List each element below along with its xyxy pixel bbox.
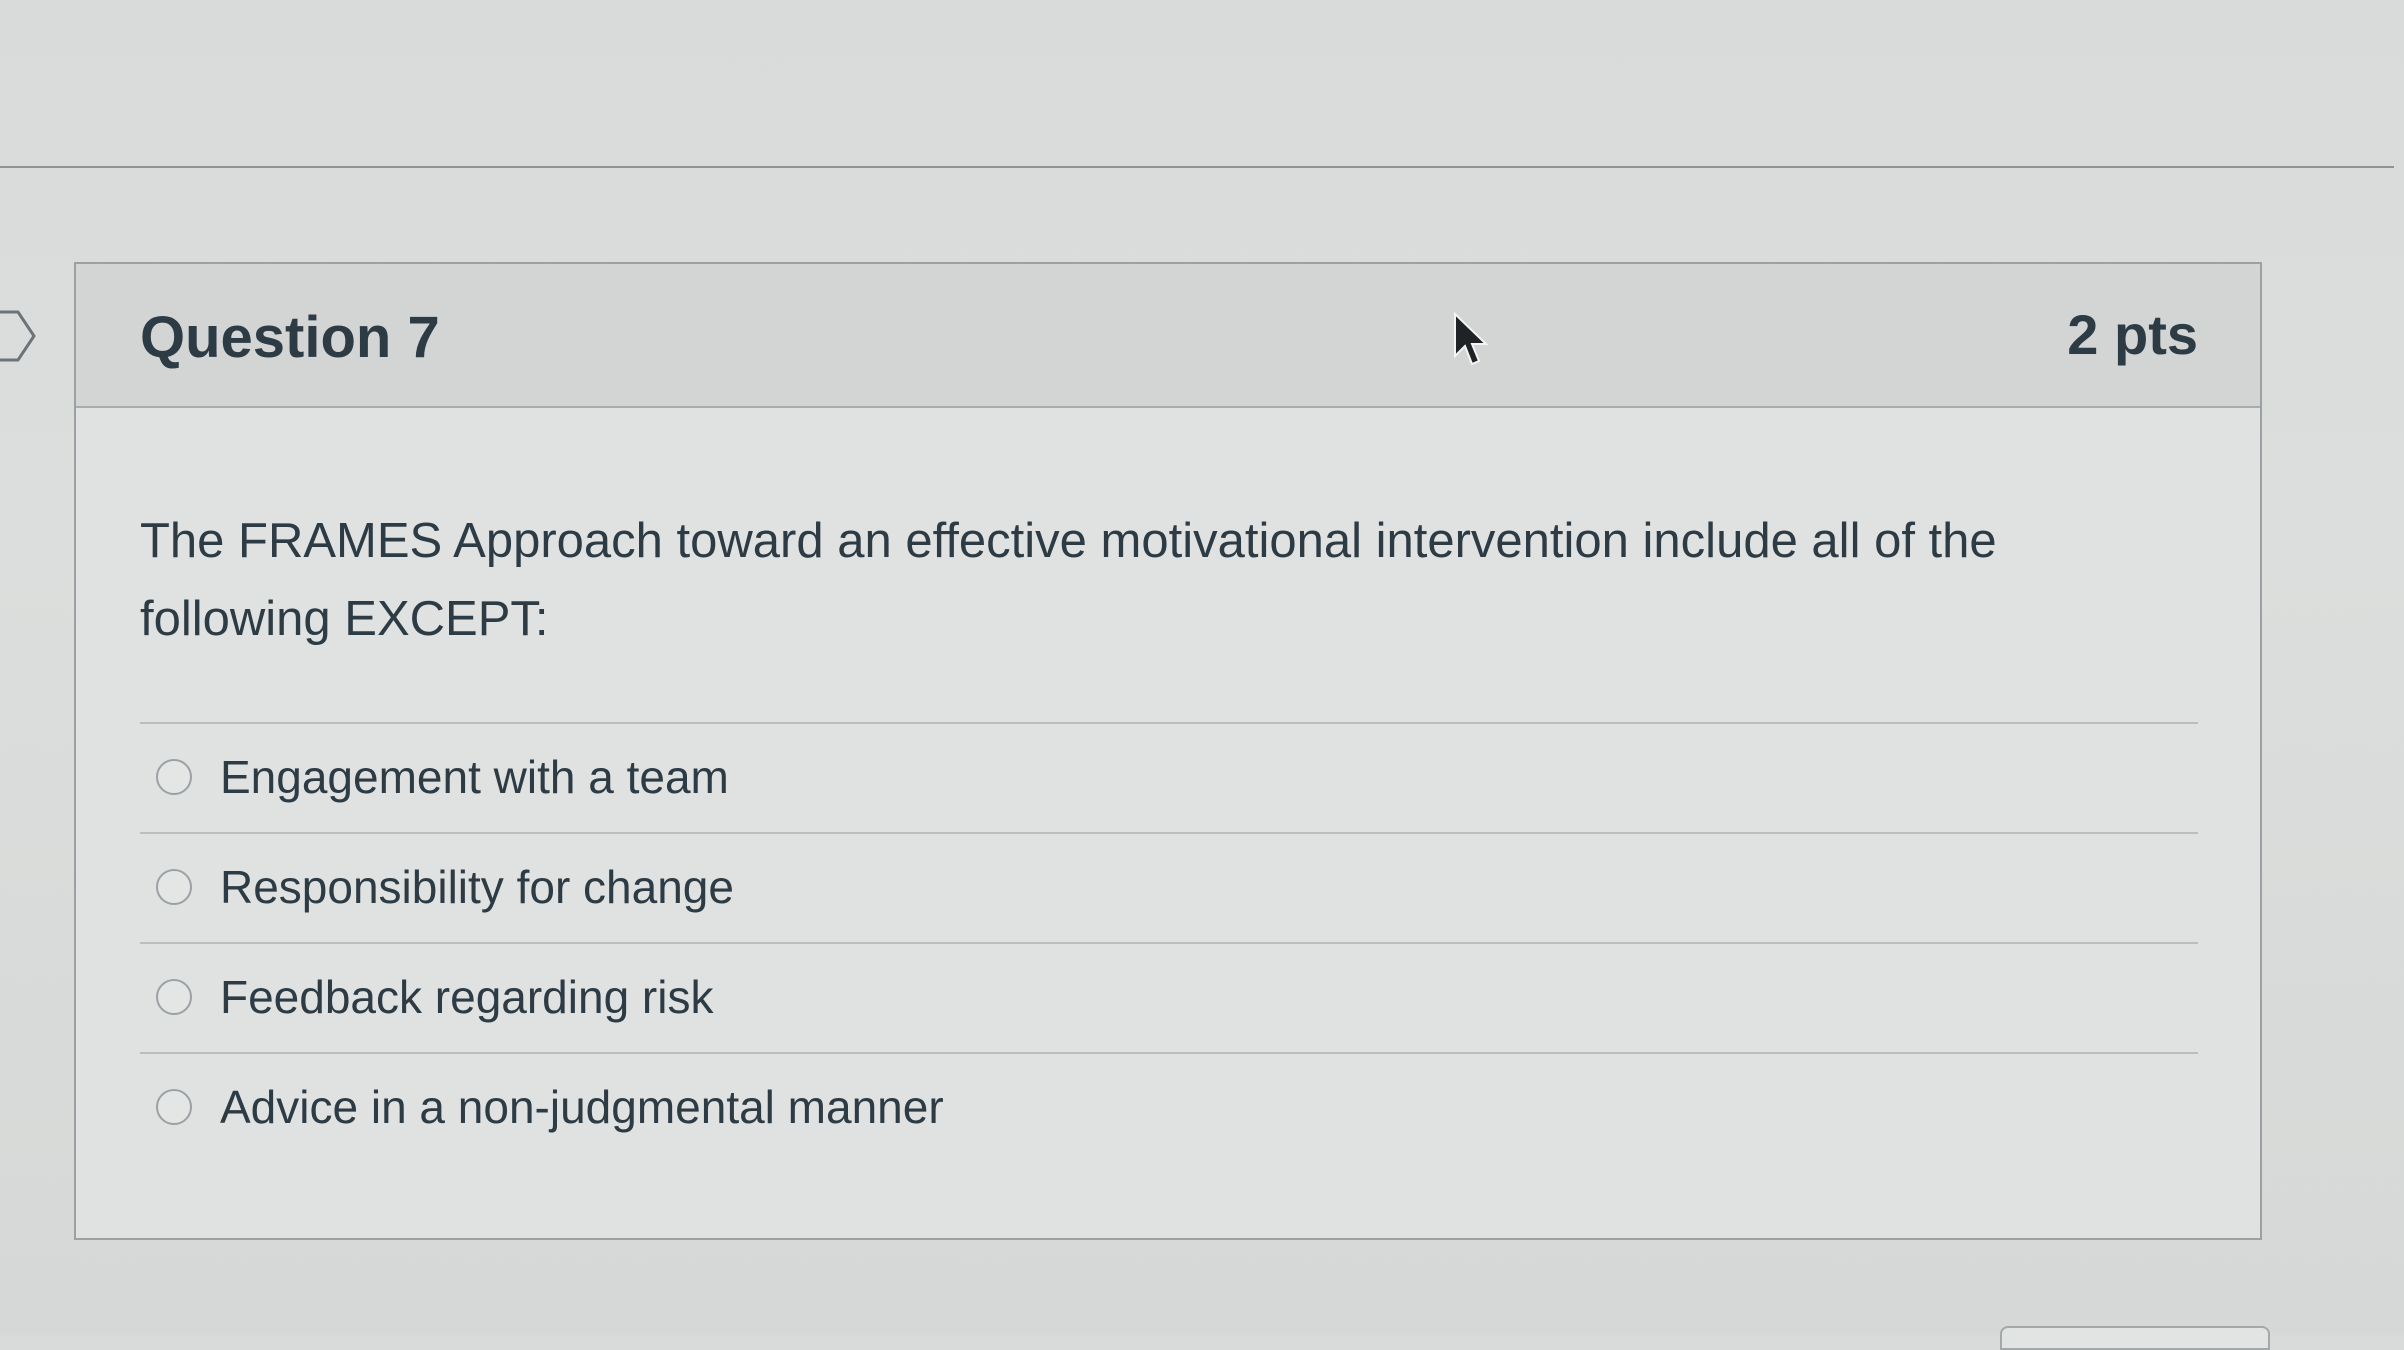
question-title: Question 7 — [140, 305, 440, 370]
answer-label[interactable]: Engagement with a team — [220, 750, 729, 804]
question-card: Question 7 2 pts The FRAMES Approach tow… — [74, 262, 2262, 1240]
answer-list: Engagement with a team Responsibility fo… — [140, 722, 2198, 1162]
answer-label[interactable]: Feedback regarding risk — [220, 970, 713, 1024]
answer-label[interactable]: Responsibility for change — [220, 860, 734, 914]
section-divider — [0, 166, 2394, 168]
radio-button-icon[interactable] — [156, 759, 192, 795]
question-text: The FRAMES Approach toward an effective … — [140, 514, 1997, 646]
answer-label[interactable]: Advice in a non-judgmental manner — [220, 1080, 944, 1134]
answer-option[interactable]: Advice in a non-judgmental manner — [140, 1052, 2198, 1162]
question-header: Question 7 2 pts — [76, 264, 2260, 408]
radio-button-icon[interactable] — [156, 1089, 192, 1125]
next-button-edge[interactable] — [2000, 1326, 2270, 1350]
answer-option[interactable]: Engagement with a team — [140, 722, 2198, 832]
question-points: 2 pts — [2067, 303, 2198, 366]
flag-question-icon[interactable] — [0, 308, 38, 364]
radio-button-icon[interactable] — [156, 979, 192, 1015]
answer-option[interactable]: Feedback regarding risk — [140, 942, 2198, 1052]
answer-option[interactable]: Responsibility for change — [140, 832, 2198, 942]
radio-button-icon[interactable] — [156, 869, 192, 905]
mouse-pointer-icon — [1454, 312, 1489, 366]
